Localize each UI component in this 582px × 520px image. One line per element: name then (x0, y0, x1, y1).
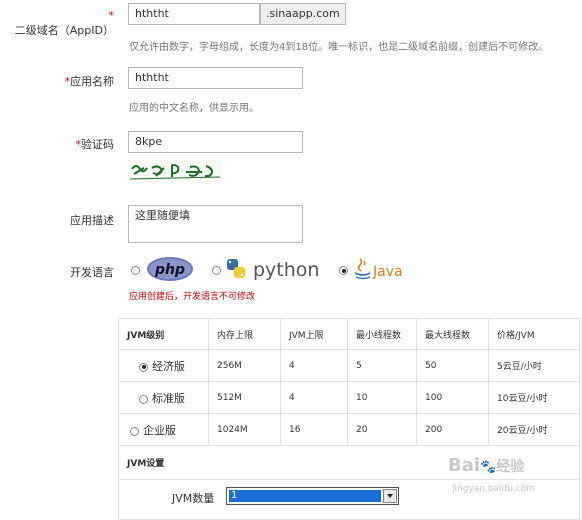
memory-cell: 1024M (208, 413, 281, 446)
price-cell: 20云豆/小时 (488, 413, 580, 446)
app-name-label: *应用名称 (64, 75, 115, 88)
captcha-input[interactable]: 8kpe (128, 131, 303, 153)
captcha-label: *验证码 (75, 138, 115, 151)
language-radio-php[interactable] (131, 266, 140, 275)
app-name-hint: 应用的中文名称，供显示用。 (129, 103, 259, 114)
language-radio-java[interactable] (339, 266, 348, 275)
watermark-url: jingyan.baidu.com (452, 484, 536, 494)
app-name-input[interactable]: hththt (128, 67, 303, 89)
table-row[interactable]: 标准版 512M 4 10 100 10云豆/小时 (118, 381, 580, 414)
appid-label: *二级域名（AppID） (14, 9, 114, 37)
watermark-logo: Bai🐾经验 (448, 455, 525, 476)
max-threads-cell: 100 (416, 381, 489, 414)
level-label: 经济版 (152, 359, 185, 373)
table-header-row: JVM级别 内存上限 JVM上限 最小线程数 最大线程数 价格/JVM (118, 318, 580, 350)
language-radio-python[interactable] (212, 266, 221, 275)
price-cell: 10云豆/小时 (488, 381, 580, 414)
svg-text:php: php (154, 262, 185, 278)
svg-text:python: python (253, 259, 319, 281)
column-header: 价格/JVM (488, 318, 580, 350)
level-radio-enterprise[interactable] (130, 426, 139, 436)
php-logo-icon[interactable]: php (146, 256, 194, 285)
appid-suffix: .sinaapp.com (260, 3, 346, 25)
memory-cell: 256M (208, 349, 281, 382)
column-header: 最小线程数 (347, 318, 417, 350)
column-header: 内存上限 (208, 318, 281, 350)
min-threads-cell: 5 (347, 349, 417, 382)
column-header: JVM级别 (118, 318, 209, 350)
language-warning: 应用创建后，开发语言不可修改 (129, 292, 256, 302)
min-threads-cell: 10 (347, 381, 417, 414)
table-row[interactable]: 经济版 256M 4 5 50 5云豆/小时 (118, 349, 580, 382)
chevron-down-icon[interactable] (383, 489, 397, 503)
jvm-limit-cell: 4 (280, 349, 348, 382)
table-row[interactable]: 企业版 1024M 16 20 200 20云豆/小时 (118, 413, 580, 446)
language-label: 开发语言 (70, 266, 114, 279)
level-radio-economy[interactable] (139, 362, 148, 372)
jvm-count-selected-value: 1 (229, 490, 381, 502)
max-threads-cell: 50 (416, 349, 489, 382)
level-cell[interactable]: 经济版 (118, 349, 209, 382)
jvm-count-label: JVM数量 (172, 492, 215, 505)
min-threads-cell: 20 (347, 413, 417, 446)
appid-hint: 仅允许由数字，字母组成，长度为4到18位。唯一标识，也是二级域名前缀，创建后不可… (129, 42, 549, 53)
column-header: 最大线程数 (416, 318, 489, 350)
level-radio-standard[interactable] (139, 394, 148, 404)
level-cell[interactable]: 标准版 (118, 381, 209, 414)
description-textarea[interactable]: 这里随便填 (128, 205, 303, 243)
jvm-limit-cell: 16 (280, 413, 348, 446)
price-cell: 5云豆/小时 (488, 349, 580, 382)
appid-input[interactable]: hththt (128, 3, 260, 25)
column-header: JVM上限 (280, 318, 348, 350)
level-cell[interactable]: 企业版 (118, 413, 209, 446)
jvm-limit-cell: 4 (280, 381, 348, 414)
description-label: 应用描述 (70, 214, 114, 227)
captcha-image[interactable] (128, 160, 222, 182)
java-logo-icon[interactable]: Java (352, 255, 404, 286)
level-label: 标准版 (152, 391, 185, 405)
python-logo-icon[interactable]: python (225, 256, 325, 285)
jvm-count-select[interactable]: 1 (226, 487, 399, 505)
max-threads-cell: 200 (416, 413, 489, 446)
svg-text:Java: Java (372, 264, 403, 280)
memory-cell: 512M (208, 381, 281, 414)
level-label: 企业版 (143, 423, 176, 437)
